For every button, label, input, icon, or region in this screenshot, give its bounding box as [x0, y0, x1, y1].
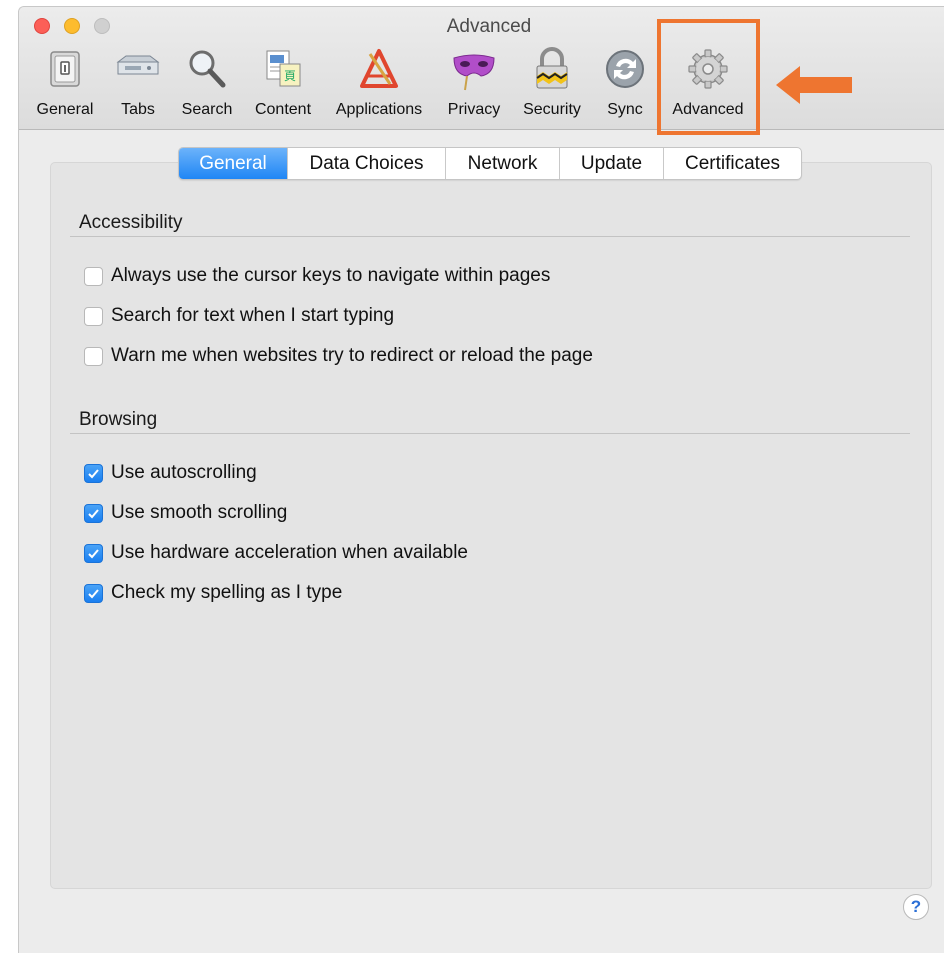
window-title: Advanced: [446, 16, 532, 37]
padlock-icon: [536, 47, 568, 89]
option-search-typing[interactable]: Search for text when I start typing: [84, 304, 394, 328]
option-check-spelling[interactable]: Check my spelling as I type: [84, 581, 342, 605]
toolbar-item-content[interactable]: 頁 Content: [251, 46, 315, 126]
toolbar-label: Privacy: [447, 101, 501, 118]
option-smooth-scrolling[interactable]: Use smooth scrolling: [84, 501, 287, 525]
checkbox-checked[interactable]: [84, 543, 103, 563]
help-button[interactable]: ?: [903, 894, 929, 920]
toolbar-label: Search: [181, 101, 233, 118]
checkmark-icon: [88, 468, 99, 478]
browsing-heading: Browsing: [79, 409, 158, 430]
toolbar-label: Tabs: [121, 101, 155, 118]
applications-icon: [360, 49, 398, 88]
section-divider: [70, 236, 910, 237]
left-arrow-icon: [776, 66, 852, 104]
option-label: Search for text when I start typing: [111, 305, 395, 326]
toolbar-label: General: [36, 101, 94, 118]
tabs-icon: [116, 55, 160, 75]
sync-icon: [606, 50, 644, 88]
advanced-highlight-box: [657, 19, 760, 135]
svg-text:頁: 頁: [284, 69, 296, 83]
toolbar-label: Security: [523, 101, 581, 118]
option-cursor-keys[interactable]: Always use the cursor keys to navigate w…: [84, 264, 550, 288]
toolbar-item-general[interactable]: General: [34, 46, 96, 126]
magnifier-icon: [189, 50, 226, 88]
option-label: Always use the cursor keys to navigate w…: [111, 265, 551, 286]
checkbox-checked[interactable]: [84, 503, 103, 523]
checkbox-checked[interactable]: [84, 463, 103, 483]
switch-icon: [50, 51, 80, 87]
tab-certificates[interactable]: Certificates: [664, 148, 801, 179]
toolbar-item-sync[interactable]: Sync: [602, 46, 648, 126]
option-label: Warn me when websites try to redirect or…: [111, 345, 593, 366]
toolbar-item-security[interactable]: Security: [519, 46, 585, 126]
option-label: Use hardware acceleration when available: [111, 542, 468, 563]
tab-general[interactable]: General: [179, 148, 288, 179]
section-divider: [70, 433, 910, 434]
content-icon: 頁: [266, 50, 301, 87]
option-label: Check my spelling as I type: [111, 582, 343, 603]
toolbar-item-privacy[interactable]: Privacy: [445, 46, 503, 126]
option-label: Use smooth scrolling: [111, 502, 288, 523]
tab-update[interactable]: Update: [560, 148, 664, 179]
segmented-tabs: General Data Choices Network Update Cert…: [178, 147, 802, 180]
toolbar-item-search[interactable]: Search: [178, 46, 236, 126]
accessibility-heading: Accessibility: [79, 212, 183, 233]
checkmark-icon: [88, 548, 99, 558]
checkbox[interactable]: [84, 306, 103, 326]
mask-icon: [453, 54, 495, 91]
checkbox[interactable]: [84, 346, 103, 366]
toolbar-label: Content: [254, 101, 312, 118]
toolbar-label: Applications: [335, 101, 423, 118]
option-label: Use autoscrolling: [111, 462, 257, 483]
option-warn-redirect[interactable]: Warn me when websites try to redirect or…: [84, 344, 593, 368]
tab-data-choices[interactable]: Data Choices: [288, 148, 446, 179]
checkmark-icon: [88, 588, 99, 598]
toolbar-item-applications[interactable]: Applications: [330, 46, 428, 126]
toolbar-label: Sync: [607, 101, 643, 118]
option-hardware-acceleration[interactable]: Use hardware acceleration when available: [84, 541, 468, 565]
checkbox-checked[interactable]: [84, 583, 103, 603]
checkmark-icon: [88, 508, 99, 518]
checkbox[interactable]: [84, 266, 103, 286]
tab-network[interactable]: Network: [446, 148, 560, 179]
option-autoscrolling[interactable]: Use autoscrolling: [84, 461, 257, 485]
toolbar-item-tabs[interactable]: Tabs: [115, 46, 161, 126]
